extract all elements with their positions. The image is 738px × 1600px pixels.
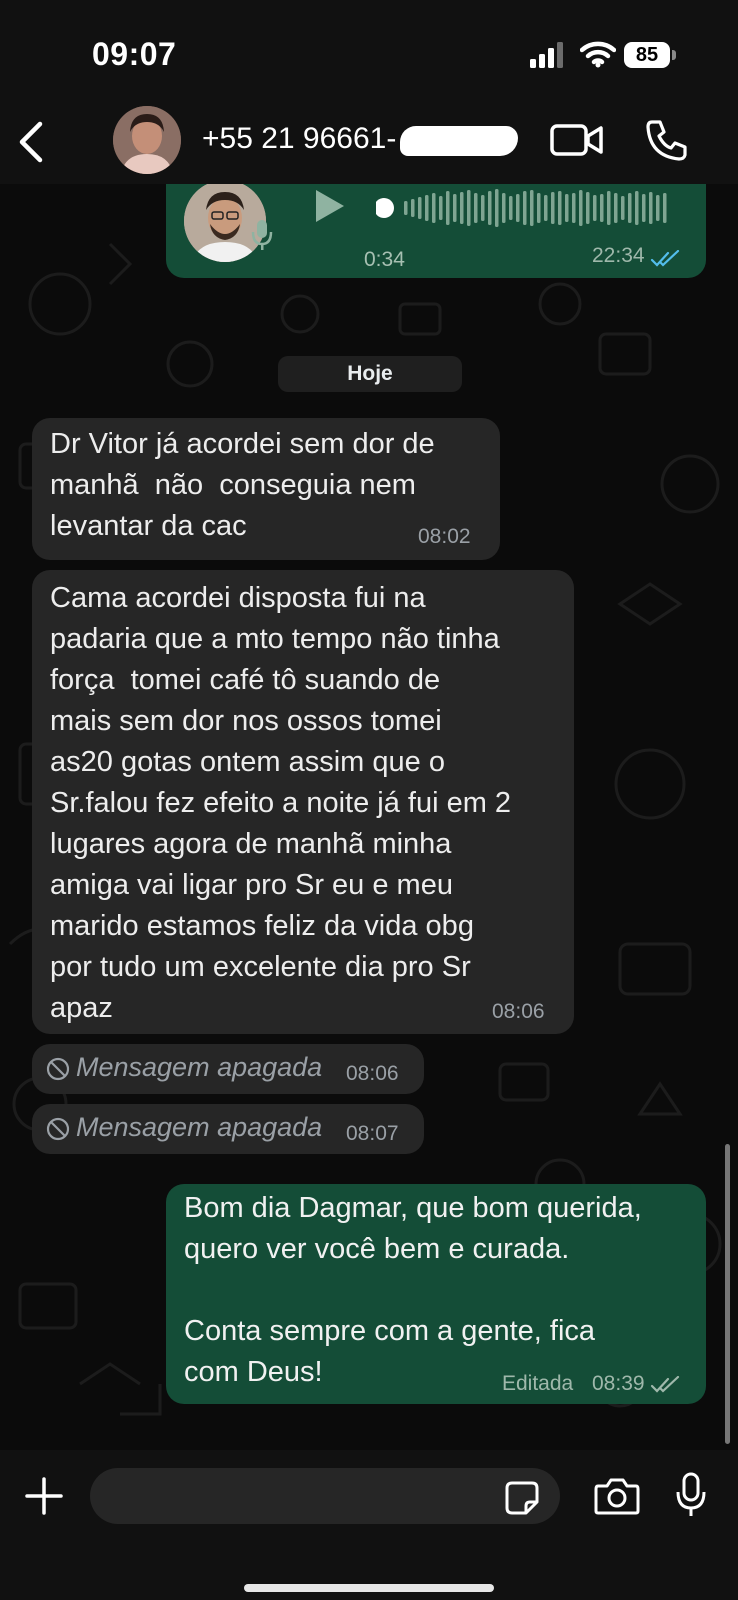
waveform-bar — [635, 191, 639, 225]
waveform-bar — [481, 195, 485, 221]
waveform-bar — [418, 197, 422, 219]
message-list[interactable]: 0:34 22:34 Hoje Dr Vitor já acordei sem … — [0, 184, 738, 1450]
message-time: 08:02 — [418, 525, 471, 548]
scrollbar[interactable] — [725, 1144, 730, 1444]
waveform-bar — [509, 196, 513, 220]
battery-indicator: 85 — [624, 42, 676, 70]
deleted-message[interactable]: Mensagem apagada 08:07 — [32, 1104, 424, 1154]
whatsapp-chat-screen: 09:07 85 +55 21 96661- 0:34 22:34 Hoje D… — [0, 0, 738, 1600]
status-time: 09:07 — [92, 36, 177, 72]
waveform-bar — [579, 190, 583, 226]
waveform-bar — [411, 199, 415, 217]
play-icon[interactable] — [312, 188, 346, 224]
chat-header: +55 21 96661- — [0, 100, 738, 184]
audio-waveform[interactable] — [376, 188, 676, 228]
waveform-bar — [432, 193, 436, 223]
message-text: Dr Vitor já acordei sem dor de manhã não… — [50, 428, 435, 542]
waveform-bar — [551, 192, 555, 224]
message-time: 22:34 — [592, 244, 645, 267]
waveform-bar — [621, 196, 625, 220]
read-ticks-icon — [650, 250, 680, 267]
wifi-icon — [580, 41, 616, 68]
message-time: 08:07 — [346, 1122, 399, 1145]
waveform-bar — [544, 195, 548, 221]
cellular-signal-icon — [530, 42, 563, 68]
waveform-bar — [467, 190, 471, 226]
waveform-bar — [446, 191, 450, 225]
message-time: 08:06 — [492, 1000, 545, 1023]
waveform-bar — [523, 191, 527, 225]
delivered-ticks-icon — [650, 1376, 680, 1393]
edited-label: Editada — [502, 1372, 574, 1395]
message-composer — [0, 1450, 738, 1600]
waveform-bar — [439, 196, 443, 220]
waveform-bar — [565, 194, 569, 222]
message-time: 08:06 — [346, 1062, 399, 1085]
status-bar: 09:07 85 — [0, 0, 738, 100]
sticker-icon[interactable] — [504, 1480, 540, 1516]
waveform-bar — [530, 190, 534, 226]
incoming-message[interactable]: Dr Vitor já acordei sem dor de manhã não… — [32, 418, 500, 560]
waveform-bar — [593, 195, 597, 221]
waveform-bar — [607, 191, 611, 225]
incoming-message[interactable]: Cama acordei disposta fui na padaria que… — [32, 570, 574, 1034]
message-text: Bom dia Dagmar, que bom querida, quero v… — [184, 1192, 642, 1388]
waveform-bar — [656, 195, 660, 221]
waveform-bar — [586, 192, 590, 224]
playhead — [376, 198, 394, 218]
camera-icon[interactable] — [594, 1476, 640, 1516]
plus-icon[interactable] — [24, 1476, 64, 1516]
waveform-bar — [453, 194, 457, 222]
outgoing-message[interactable]: Bom dia Dagmar, que bom querida, quero v… — [166, 1184, 706, 1404]
waveform-bar — [502, 193, 506, 223]
waveform-bar — [663, 193, 667, 223]
deleted-message-text: Mensagem apagada — [76, 1112, 323, 1142]
voice-message-bubble[interactable]: 0:34 22:34 — [166, 184, 706, 278]
deleted-message[interactable]: Mensagem apagada 08:06 — [32, 1044, 424, 1094]
waveform-bar — [474, 193, 478, 223]
phone-icon[interactable] — [644, 118, 688, 162]
video-call-icon[interactable] — [550, 120, 604, 160]
waveform-bar — [495, 189, 499, 227]
waveform-bar — [425, 195, 429, 221]
deleted-ban-icon — [46, 1057, 70, 1081]
battery-tip — [672, 50, 676, 60]
waveform-bar — [488, 191, 492, 225]
waveform-bar — [642, 194, 646, 222]
message-input[interactable] — [90, 1468, 560, 1524]
day-separator: Hoje — [278, 356, 462, 392]
voice-duration: 0:34 — [364, 248, 405, 271]
waveform-bar — [516, 194, 520, 222]
message-time: 08:39 — [592, 1372, 645, 1395]
message-text: Cama acordei disposta fui na padaria que… — [50, 582, 512, 1024]
waveform-bar — [558, 191, 562, 225]
voice-mic-badge-icon — [251, 220, 273, 250]
waveform-bar — [404, 201, 408, 215]
waveform-bar — [572, 193, 576, 223]
contact-avatar[interactable] — [113, 106, 181, 174]
redaction-mark — [400, 126, 518, 156]
back-chevron-icon[interactable] — [14, 120, 50, 164]
waveform-bar — [628, 193, 632, 223]
mic-icon[interactable] — [676, 1472, 706, 1518]
waveform-bar — [649, 192, 653, 224]
deleted-ban-icon — [46, 1117, 70, 1141]
waveform-bar — [537, 193, 541, 223]
waveform-bar — [614, 193, 618, 223]
home-indicator — [244, 1584, 494, 1592]
battery-level: 85 — [624, 42, 670, 68]
deleted-message-text: Mensagem apagada — [76, 1052, 323, 1082]
waveform-bar — [460, 192, 464, 224]
waveform-bar — [600, 194, 604, 222]
contact-name[interactable]: +55 21 96661- — [202, 122, 396, 156]
contact-photo — [113, 106, 181, 174]
